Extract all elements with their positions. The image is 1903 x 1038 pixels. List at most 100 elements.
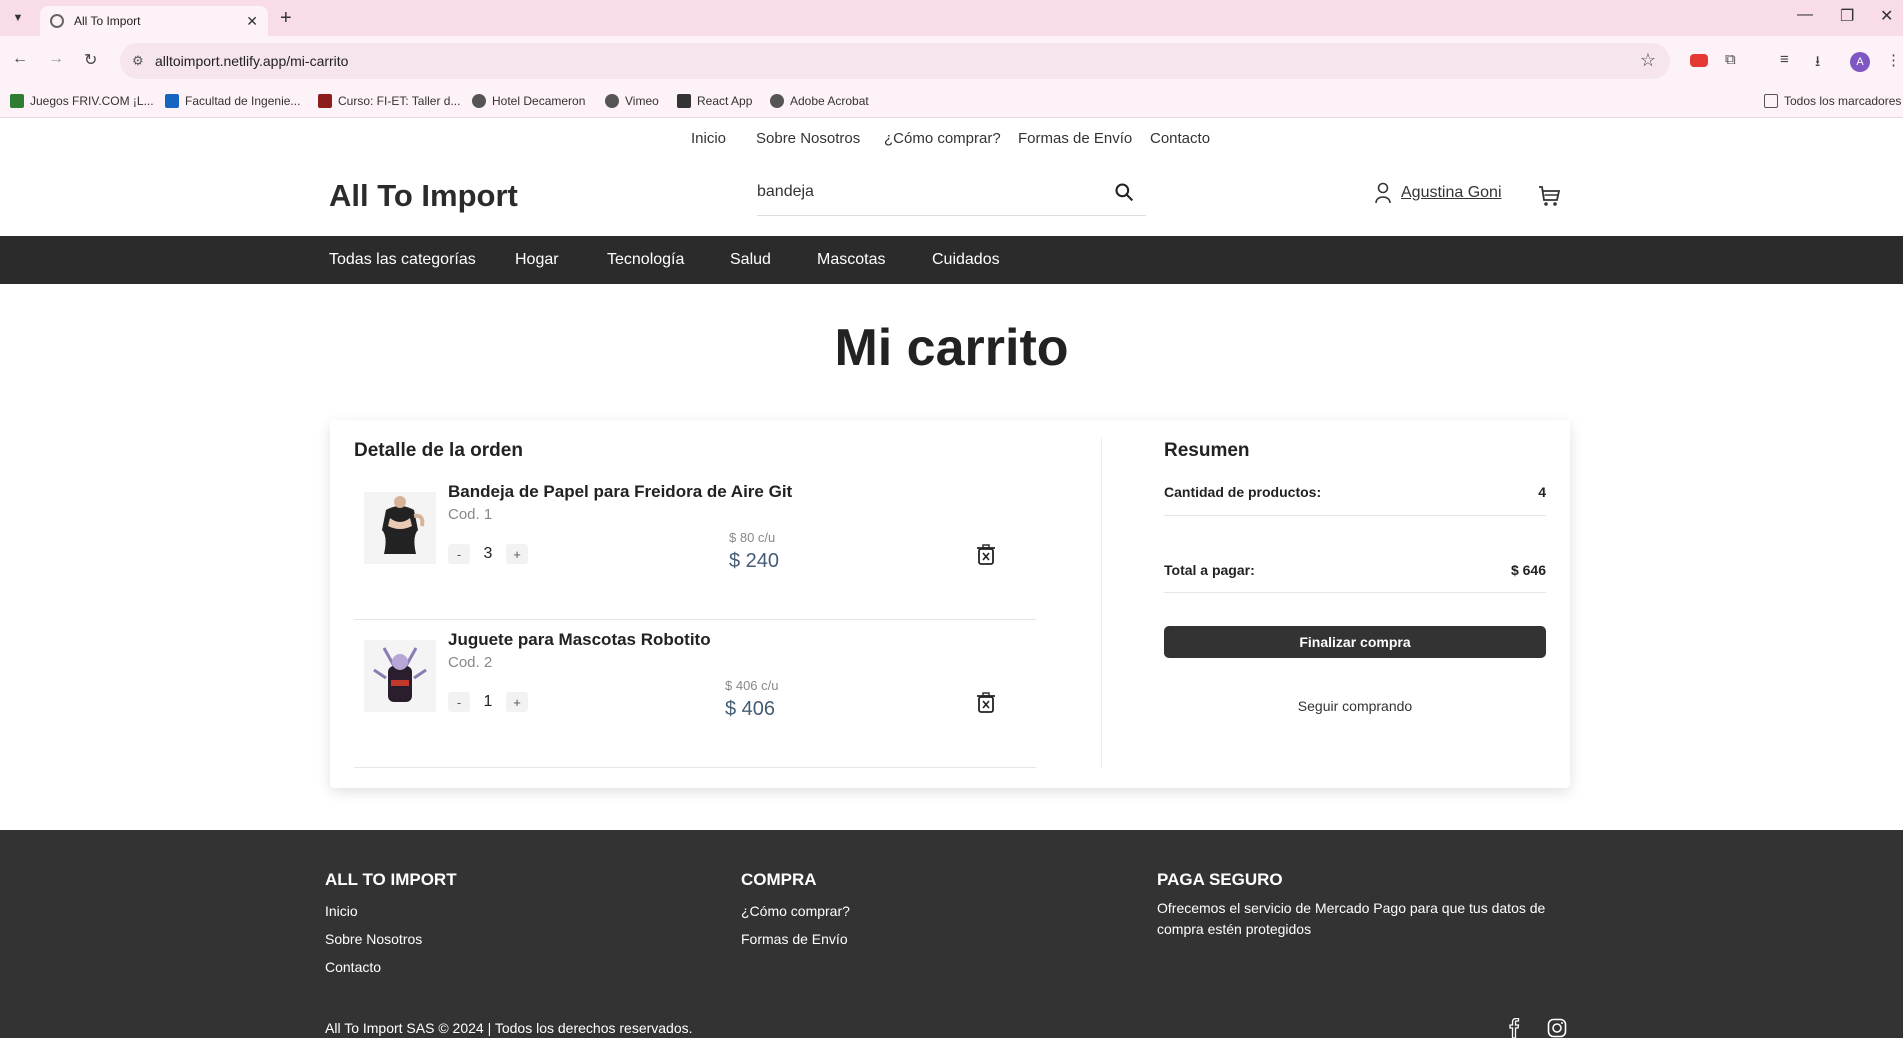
quantity-stepper: - 1 + xyxy=(448,692,528,712)
bookmark-item[interactable]: React App xyxy=(677,94,752,108)
globe-icon xyxy=(472,94,486,108)
category-salud[interactable]: Salud xyxy=(730,251,771,269)
bookmark-item[interactable]: Vimeo xyxy=(605,94,659,108)
nav-link-sobre-nosotros[interactable]: Sobre Nosotros xyxy=(756,130,860,147)
product-name[interactable]: Juguete para Mascotas Robotito xyxy=(448,630,711,650)
tab-search-icon[interactable]: ▼ xyxy=(8,8,28,28)
trash-icon[interactable] xyxy=(976,544,996,566)
folder-icon xyxy=(1764,94,1778,108)
order-detail-title: Detalle de la orden xyxy=(354,440,523,461)
minimize-icon[interactable]: — xyxy=(1797,6,1813,24)
trash-icon[interactable] xyxy=(976,692,996,714)
bookmark-item[interactable]: Facultad de Ingenie... xyxy=(165,94,300,108)
back-icon[interactable]: ← xyxy=(12,50,28,68)
site-info-icon[interactable]: ⚙ xyxy=(132,53,144,69)
instagram-icon[interactable] xyxy=(1547,1018,1567,1038)
product-image xyxy=(364,640,436,712)
product-image xyxy=(364,492,436,564)
nav-link-inicio[interactable]: Inicio xyxy=(691,130,726,147)
footer-link-como-comprar[interactable]: ¿Cómo comprar? xyxy=(741,903,850,919)
footer-brand-title: ALL TO IMPORT xyxy=(325,870,457,889)
search-icon[interactable] xyxy=(1114,182,1134,202)
column-divider xyxy=(1101,438,1102,768)
globe-icon xyxy=(770,94,784,108)
bookmark-item[interactable]: Hotel Decameron xyxy=(472,94,585,108)
nav-link-como-comprar[interactable]: ¿Cómo comprar? xyxy=(884,130,1001,147)
product-name[interactable]: Bandeja de Papel para Freidora de Aire G… xyxy=(448,482,792,502)
extensions-icon[interactable]: ⧉ xyxy=(1725,51,1736,68)
quantity-total: 4 xyxy=(1538,484,1546,500)
summary-quantity-row: Cantidad de productos: 4 xyxy=(1164,484,1546,500)
profile-avatar[interactable]: A xyxy=(1850,52,1870,72)
shield-icon xyxy=(165,94,179,108)
reload-icon[interactable]: ↻ xyxy=(84,50,97,70)
product-code: Cod. 2 xyxy=(448,654,493,671)
total-label: Total a pagar: xyxy=(1164,562,1255,578)
browser-menu-icon[interactable]: ⋮ xyxy=(1886,51,1901,69)
omnibox[interactable]: ⚙ alltoimport.netlify.app/mi-carrito ☆ xyxy=(120,43,1670,79)
finish-purchase-button[interactable]: Finalizar compra xyxy=(1164,626,1546,658)
category-todas[interactable]: Todas las categorías xyxy=(329,251,476,269)
user-name-link[interactable]: Agustina Goni xyxy=(1401,184,1502,202)
browser-tab-strip: ▼ All To Import ✕ + — ❐ ✕ xyxy=(0,0,1903,36)
close-window-icon[interactable]: ✕ xyxy=(1880,6,1893,26)
increase-button[interactable]: + xyxy=(506,544,528,564)
tab-title: All To Import xyxy=(74,14,141,28)
footer-link-formas-envio[interactable]: Formas de Envío xyxy=(741,931,848,947)
facebook-icon[interactable] xyxy=(1504,1018,1524,1038)
top-navigation: Inicio Sobre Nosotros ¿Cómo comprar? For… xyxy=(0,118,1903,158)
address-bar-row: ← → ↻ ⚙ alltoimport.netlify.app/mi-carri… xyxy=(0,36,1903,86)
close-tab-icon[interactable]: ✕ xyxy=(246,13,258,30)
category-bar: Todas las categorías Hogar Tecnología Sa… xyxy=(0,236,1903,284)
user-icon xyxy=(1375,182,1391,204)
new-tab-icon[interactable]: + xyxy=(280,7,292,30)
item-total: $ 406 xyxy=(725,698,776,720)
decrease-button[interactable]: - xyxy=(448,692,470,712)
browser-tab[interactable]: All To Import ✕ xyxy=(40,6,268,36)
user-account[interactable]: Agustina Goni xyxy=(1375,182,1502,204)
bookmark-item[interactable]: Adobe Acrobat xyxy=(770,94,869,108)
url-text[interactable]: alltoimport.netlify.app/mi-carrito xyxy=(155,53,348,69)
item-total: $ 240 xyxy=(729,550,780,572)
continue-shopping-link[interactable]: Seguir comprando xyxy=(1164,698,1546,714)
footer-link-inicio[interactable]: Inicio xyxy=(325,903,358,919)
footer-link-sobre-nosotros[interactable]: Sobre Nosotros xyxy=(325,931,422,947)
nav-link-contacto[interactable]: Contacto xyxy=(1150,130,1210,147)
media-icon[interactable]: ≡ xyxy=(1780,51,1789,68)
summary-divider xyxy=(1164,515,1546,516)
search-input[interactable] xyxy=(757,172,1097,212)
site-footer: ALL TO IMPORT Inicio Sobre Nosotros Cont… xyxy=(0,830,1903,1038)
increase-button[interactable]: + xyxy=(506,692,528,712)
cart-icon[interactable] xyxy=(1537,184,1561,208)
globe-icon xyxy=(605,94,619,108)
cart-item: Juguete para Mascotas Robotito Cod. 2 - … xyxy=(354,620,1036,768)
category-mascotas[interactable]: Mascotas xyxy=(817,251,885,269)
graduation-cap-icon xyxy=(318,94,332,108)
nav-link-formas-envio[interactable]: Formas de Envío xyxy=(1018,130,1132,147)
all-bookmarks[interactable]: Todos los marcadores xyxy=(1764,94,1901,108)
category-hogar[interactable]: Hogar xyxy=(515,251,559,269)
download-icon[interactable]: ⭳ xyxy=(1815,51,1820,76)
friv-icon xyxy=(10,94,24,108)
youtube-extension-icon[interactable] xyxy=(1690,54,1708,67)
restore-icon[interactable]: ❐ xyxy=(1840,6,1854,26)
site-logo[interactable]: All To Import xyxy=(329,178,518,214)
copyright: All To Import SAS © 2024 | Todos los der… xyxy=(325,1020,693,1036)
footer-secure-text: Ofrecemos el servicio de Mercado Pago pa… xyxy=(1157,900,1546,916)
cart-card: Detalle de la orden Bandeja de Papel par… xyxy=(330,420,1570,788)
footer-link-contacto[interactable]: Contacto xyxy=(325,959,381,975)
unit-price: $ 80 c/u xyxy=(729,530,776,545)
total-amount: $ 646 xyxy=(1510,562,1546,578)
bookmark-star-icon[interactable]: ☆ xyxy=(1640,50,1656,71)
category-tecnologia[interactable]: Tecnología xyxy=(607,251,684,269)
footer-secure-title: PAGA SEGURO xyxy=(1157,870,1283,889)
category-cuidados[interactable]: Cuidados xyxy=(932,251,1000,269)
summary-divider xyxy=(1164,592,1546,593)
decrease-button[interactable]: - xyxy=(448,544,470,564)
bookmark-item[interactable]: Curso: FI-ET: Taller d... xyxy=(318,94,460,108)
summary-title: Resumen xyxy=(1164,440,1250,461)
footer-secure-text: compra estén protegidos xyxy=(1157,921,1312,937)
unit-price: $ 406 c/u xyxy=(725,678,779,693)
bookmark-item[interactable]: Juegos FRIV.COM ¡L... xyxy=(10,94,154,108)
forward-icon[interactable]: → xyxy=(48,50,64,68)
